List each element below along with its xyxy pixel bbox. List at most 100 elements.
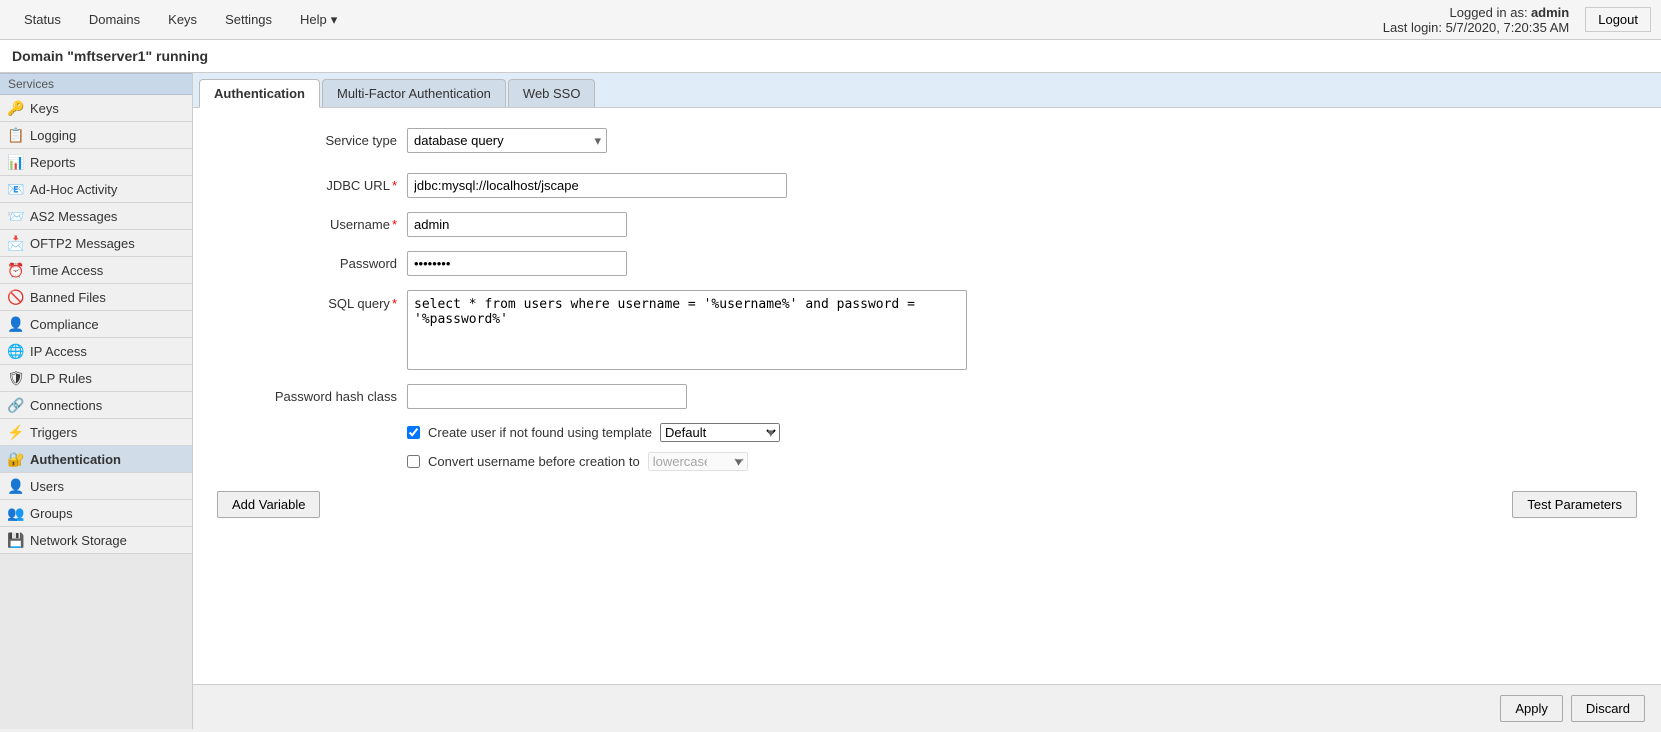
username-row: Username* bbox=[217, 212, 1637, 237]
logout-button[interactable]: Logout bbox=[1585, 7, 1651, 32]
adhoc-icon: 📧 bbox=[8, 181, 24, 197]
sidebar-item-triggers[interactable]: ⚡ Triggers bbox=[0, 419, 192, 446]
sidebar-item-keys[interactable]: 🔑 Keys bbox=[0, 95, 192, 122]
sidebar-label-networkstorage: Network Storage bbox=[30, 533, 127, 548]
auth-icon: 🔐 bbox=[8, 451, 24, 467]
sidebar-label-dlprules: DLP Rules bbox=[30, 371, 92, 386]
convert-username-row: Convert username before creation to lowe… bbox=[407, 452, 1637, 471]
apply-button[interactable]: Apply bbox=[1500, 695, 1563, 722]
form-area: Service type database query JDBC URL* Us… bbox=[193, 108, 1661, 538]
sidebar-item-adhoc[interactable]: 📧 Ad-Hoc Activity bbox=[0, 176, 192, 203]
reports-icon: 📊 bbox=[8, 154, 24, 170]
test-parameters-button[interactable]: Test Parameters bbox=[1512, 491, 1637, 518]
form-actions-row: Add Variable Test Parameters bbox=[217, 491, 1637, 518]
top-nav-bar: Status Domains Keys Settings Help ▾ Logg… bbox=[0, 0, 1661, 40]
key-icon: 🔑 bbox=[8, 100, 24, 116]
convert-username-select-wrapper: lowercase uppercase bbox=[648, 452, 748, 471]
sidebar-label-connections: Connections bbox=[30, 398, 102, 413]
sidebar-label-authentication: Authentication bbox=[30, 452, 121, 467]
nav-items: Status Domains Keys Settings Help ▾ bbox=[10, 4, 351, 36]
sidebar-label-groups: Groups bbox=[30, 506, 73, 521]
sidebar-item-reports[interactable]: 📊 Reports bbox=[0, 149, 192, 176]
compliance-icon: 👤 bbox=[8, 316, 24, 332]
password-input[interactable] bbox=[407, 251, 627, 276]
sidebar-item-oftp2[interactable]: 📩 OFTP2 Messages bbox=[0, 230, 192, 257]
password-hash-input[interactable] bbox=[407, 384, 687, 409]
triggers-icon: ⚡ bbox=[8, 424, 24, 440]
oftp2-icon: 📩 bbox=[8, 235, 24, 251]
convert-username-checkbox[interactable] bbox=[407, 455, 420, 468]
sidebar-label-ipaccess: IP Access bbox=[30, 344, 87, 359]
sidebar-item-ipaccess[interactable]: 🌐 IP Access bbox=[0, 338, 192, 365]
add-variable-button[interactable]: Add Variable bbox=[217, 491, 320, 518]
service-type-select[interactable]: database query bbox=[407, 128, 607, 153]
main-layout: Services 🔑 Keys 📋 Logging 📊 Reports 📧 Ad… bbox=[0, 73, 1661, 729]
username-input[interactable] bbox=[407, 212, 627, 237]
service-type-select-wrapper: database query bbox=[407, 128, 607, 153]
sidebar-item-connections[interactable]: 🔗 Connections bbox=[0, 392, 192, 419]
password-hash-label: Password hash class bbox=[217, 389, 397, 404]
groups-icon: 👥 bbox=[8, 505, 24, 521]
sidebar-item-dlprules[interactable]: 🛡 DLP Rules bbox=[0, 365, 192, 392]
sql-query-label: SQL query* bbox=[217, 290, 397, 311]
login-info: Logged in as: admin Last login: 5/7/2020… bbox=[1383, 5, 1569, 35]
top-nav-right: Logged in as: admin Last login: 5/7/2020… bbox=[1383, 5, 1651, 35]
sidebar-label-adhoc: Ad-Hoc Activity bbox=[30, 182, 117, 197]
sidebar-label-timeaccess: Time Access bbox=[30, 263, 103, 278]
admin-name: admin bbox=[1531, 5, 1569, 20]
sidebar-item-logging[interactable]: 📋 Logging bbox=[0, 122, 192, 149]
ipaccess-icon: 🌐 bbox=[8, 343, 24, 359]
connections-icon: 🔗 bbox=[8, 397, 24, 413]
tab-websso[interactable]: Web SSO bbox=[508, 79, 596, 107]
username-label: Username* bbox=[217, 217, 397, 232]
nav-status[interactable]: Status bbox=[10, 4, 75, 36]
sidebar-label-bannedfiles: Banned Files bbox=[30, 290, 106, 305]
jdbc-url-label: JDBC URL* bbox=[217, 178, 397, 193]
tab-mfa[interactable]: Multi-Factor Authentication bbox=[322, 79, 506, 107]
create-user-checkbox[interactable] bbox=[407, 426, 420, 439]
nav-keys[interactable]: Keys bbox=[154, 4, 211, 36]
sidebar-item-users[interactable]: 👤 Users bbox=[0, 473, 192, 500]
sidebar-label-oftp2: OFTP2 Messages bbox=[30, 236, 135, 251]
jdbc-url-input[interactable] bbox=[407, 173, 787, 198]
nav-help[interactable]: Help ▾ bbox=[286, 4, 351, 36]
password-label: Password bbox=[217, 256, 397, 271]
networkstorage-icon: 💾 bbox=[8, 532, 24, 548]
sidebar-label-reports: Reports bbox=[30, 155, 76, 170]
discard-button[interactable]: Discard bbox=[1571, 695, 1645, 722]
timeaccess-icon: ⏰ bbox=[8, 262, 24, 278]
logging-icon: 📋 bbox=[8, 127, 24, 143]
password-row: Password bbox=[217, 251, 1637, 276]
domain-header: Domain "mftserver1" running bbox=[0, 40, 1661, 73]
sidebar-item-as2[interactable]: 📨 AS2 Messages bbox=[0, 203, 192, 230]
service-type-row: Service type database query bbox=[217, 128, 1637, 153]
convert-username-select[interactable]: lowercase uppercase bbox=[648, 452, 748, 471]
bottom-actions: Apply Discard bbox=[193, 684, 1661, 729]
dlprules-icon: 🛡 bbox=[8, 370, 24, 386]
bannedfiles-icon: 🚫 bbox=[8, 289, 24, 305]
jdbc-url-row: JDBC URL* bbox=[217, 173, 1637, 198]
content-area: Authentication Multi-Factor Authenticati… bbox=[193, 73, 1661, 729]
sidebar-item-compliance[interactable]: 👤 Compliance bbox=[0, 311, 192, 338]
tab-authentication[interactable]: Authentication bbox=[199, 79, 320, 108]
sidebar-label-triggers: Triggers bbox=[30, 425, 77, 440]
nav-domains[interactable]: Domains bbox=[75, 4, 154, 36]
users-icon: 👤 bbox=[8, 478, 24, 494]
sidebar: Services 🔑 Keys 📋 Logging 📊 Reports 📧 Ad… bbox=[0, 73, 193, 729]
sidebar-item-networkstorage[interactable]: 💾 Network Storage bbox=[0, 527, 192, 554]
create-user-template-select[interactable]: Default bbox=[660, 423, 780, 442]
sidebar-item-groups[interactable]: 👥 Groups bbox=[0, 500, 192, 527]
nav-settings[interactable]: Settings bbox=[211, 4, 286, 36]
sidebar-label-compliance: Compliance bbox=[30, 317, 99, 332]
create-user-label: Create user if not found using template bbox=[428, 425, 652, 440]
sql-query-textarea[interactable]: select * from users where username = '%u… bbox=[407, 290, 967, 370]
chevron-down-icon: ▾ bbox=[331, 12, 338, 28]
sidebar-label-keys: Keys bbox=[30, 101, 59, 116]
sidebar-item-bannedfiles[interactable]: 🚫 Banned Files bbox=[0, 284, 192, 311]
tabs-bar: Authentication Multi-Factor Authenticati… bbox=[193, 73, 1661, 108]
last-login: Last login: 5/7/2020, 7:20:35 AM bbox=[1383, 20, 1569, 35]
create-user-row: Create user if not found using template … bbox=[407, 423, 1637, 442]
sql-query-row: SQL query* select * from users where use… bbox=[217, 290, 1637, 370]
sidebar-item-authentication[interactable]: 🔐 Authentication bbox=[0, 446, 192, 473]
sidebar-item-timeaccess[interactable]: ⏰ Time Access bbox=[0, 257, 192, 284]
